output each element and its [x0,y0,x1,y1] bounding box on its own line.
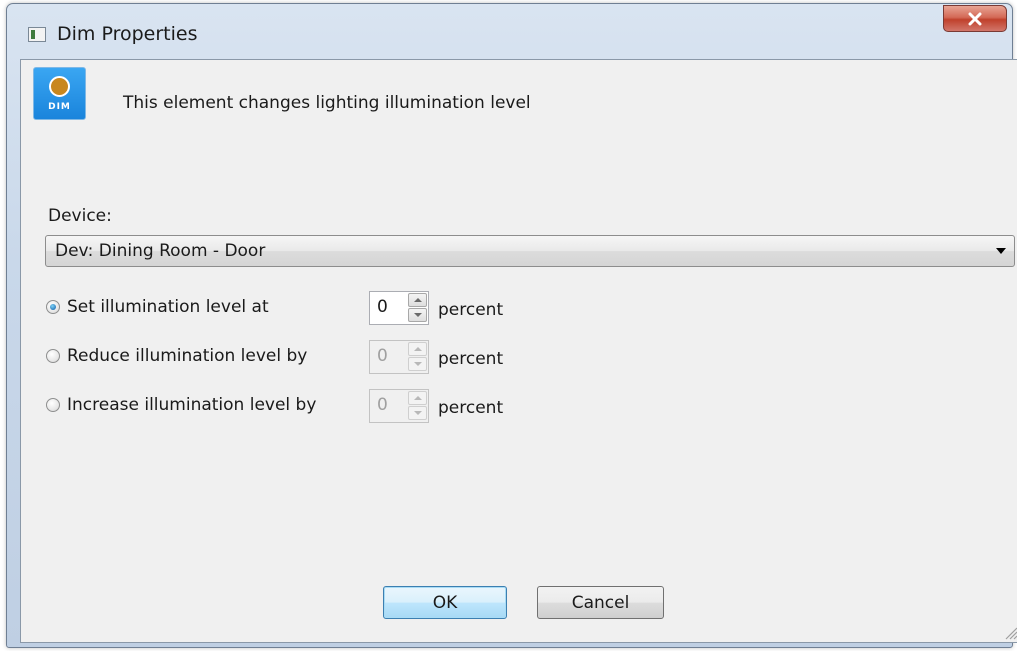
dim-icon-label: DIM [48,102,71,112]
set-level-stepper[interactable]: 0 [369,291,429,325]
spin-up-icon [408,342,427,356]
spin-up-icon [408,391,427,405]
dialog-client-area: DIM This element changes lighting illumi… [20,59,1017,643]
spin-down-icon [408,357,427,371]
increase-level-unit: percent [438,398,504,418]
option-increase-level-label: Increase illumination level by [67,395,317,415]
option-reduce-level-label: Reduce illumination level by [67,346,308,366]
set-level-value: 0 [377,297,388,317]
reduce-level-value: 0 [377,346,388,366]
dim-icon: DIM [33,67,86,120]
option-set-level-label: Set illumination level at [67,297,269,317]
device-dropdown[interactable]: Dev: Dining Room - Door [45,235,1015,267]
window-icon [28,27,46,42]
element-description: This element changes lighting illuminati… [123,93,531,113]
device-label: Device: [48,206,112,226]
ok-button[interactable]: OK [383,586,507,619]
spin-up-icon[interactable] [408,293,427,307]
bulb-icon [49,76,70,97]
increase-level-stepper: 0 [369,389,429,423]
reduce-level-stepper: 0 [369,340,429,374]
dialog-window: Dim Properties DIM This element changes … [6,3,1017,648]
radio-increase-level[interactable] [46,398,60,412]
title-bar[interactable]: Dim Properties [7,4,1012,59]
dropdown-arrow-icon [996,248,1006,254]
set-level-unit: percent [438,300,504,320]
increase-level-value: 0 [377,395,388,415]
radio-set-level[interactable] [46,300,60,314]
spin-down-icon [408,406,427,420]
close-icon [968,12,982,25]
window-title: Dim Properties [57,23,198,45]
radio-reduce-level[interactable] [46,349,60,363]
close-button[interactable] [943,5,1007,32]
spin-down-icon[interactable] [408,308,427,322]
resize-grip-icon[interactable] [1004,626,1017,640]
reduce-level-unit: percent [438,349,504,369]
device-dropdown-value: Dev: Dining Room - Door [55,241,266,261]
cancel-button[interactable]: Cancel [537,586,664,619]
